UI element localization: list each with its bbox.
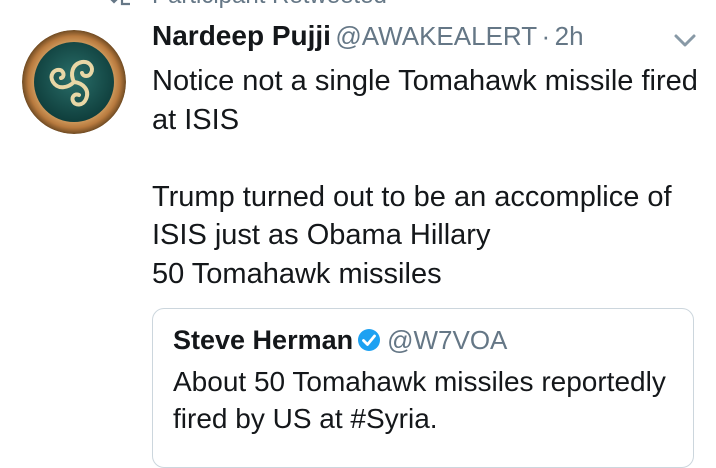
tweet-text: Notice not a single Tomahawk missile fir… [152, 65, 698, 290]
verified-badge-icon [357, 328, 381, 352]
quoted-tweet-text: About 50 Tomahawk missiles reportedly fi… [173, 366, 666, 434]
quoted-tweet-card[interactable]: Steve Herman @W7VOA About 50 Tomahawk mis… [152, 308, 694, 468]
retweet-icon [104, 0, 132, 6]
display-name[interactable]: Nardeep Pujji [152, 20, 331, 51]
quoted-display-name[interactable]: Steve Herman [173, 325, 353, 355]
tweet-timestamp[interactable]: 2h [555, 21, 584, 51]
user-handle[interactable]: @AWAKEALERT [335, 21, 537, 51]
avatar[interactable] [22, 30, 126, 134]
quoted-tweet-header: Steve Herman @W7VOA [173, 325, 507, 361]
separator-dot: · [541, 21, 551, 51]
quoted-user-handle[interactable]: @W7VOA [387, 325, 507, 355]
retweet-context: Participant Retweeted [0, 0, 716, 10]
chevron-down-icon[interactable] [672, 30, 698, 50]
tweet-header: Nardeep Pujji @AWAKEALERT · 2h [152, 20, 696, 60]
retweet-context-text[interactable]: Participant Retweeted [152, 0, 387, 10]
